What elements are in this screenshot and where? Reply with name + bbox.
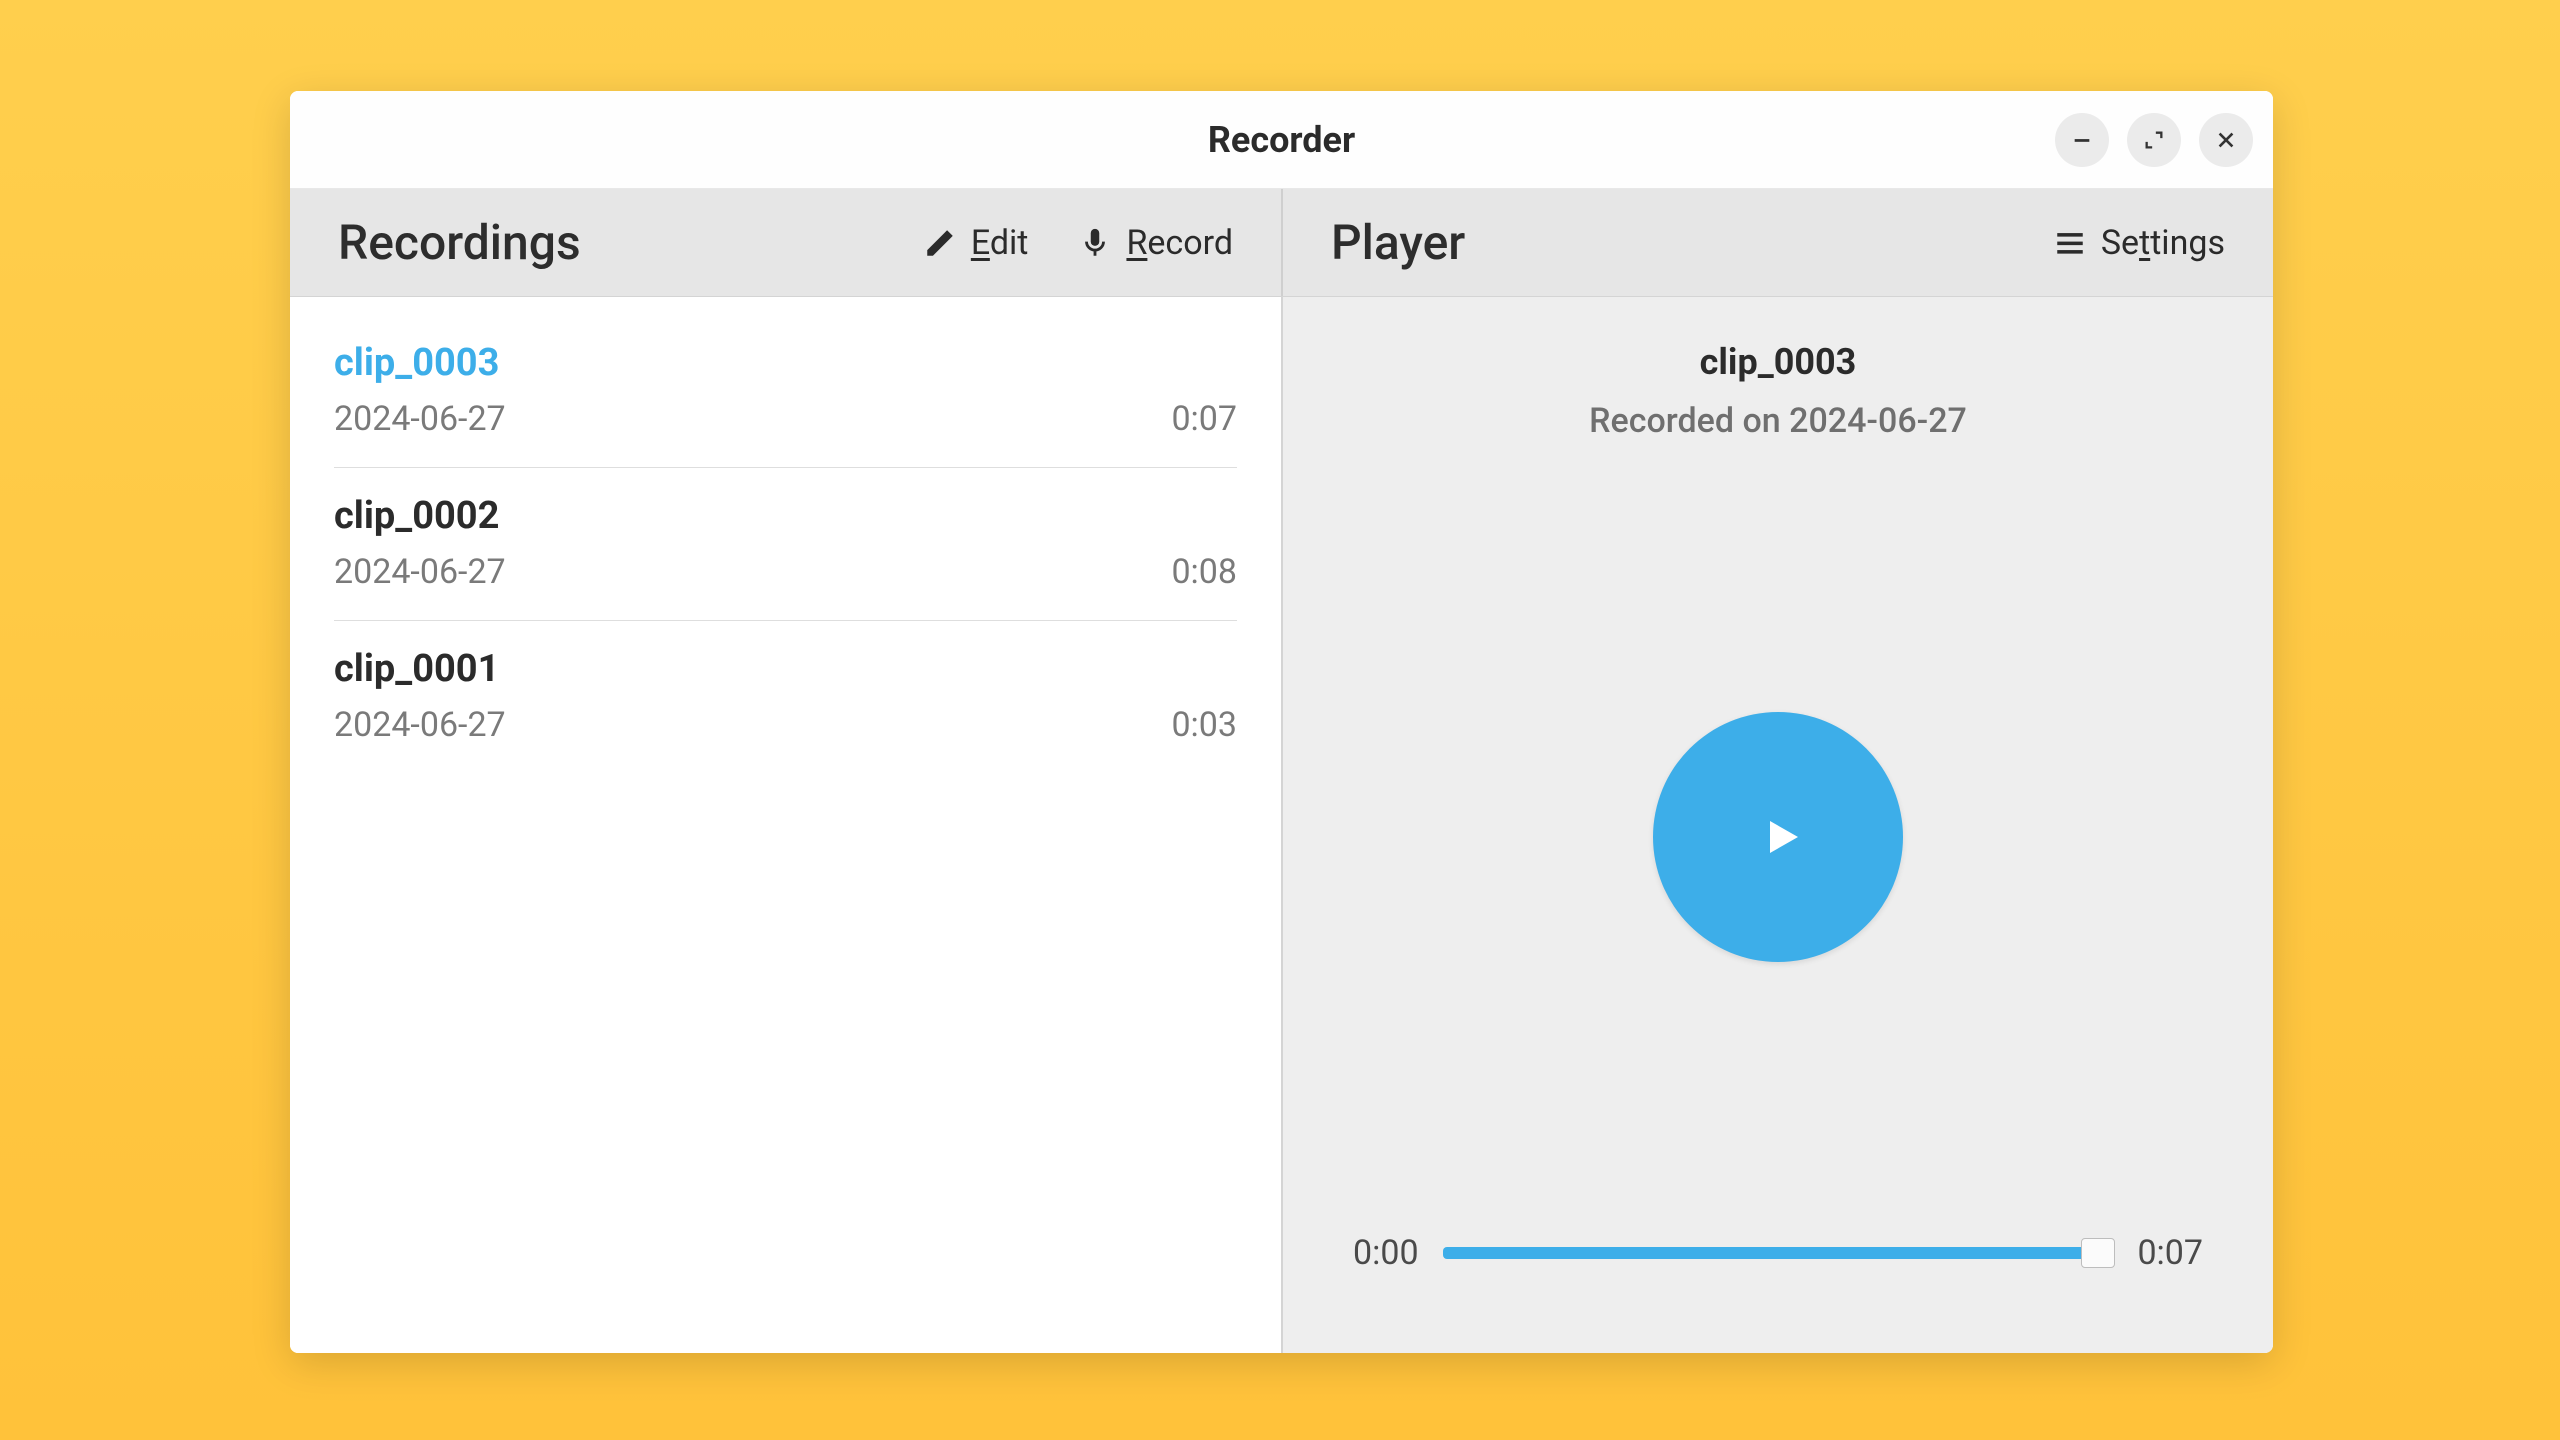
close-button[interactable] <box>2199 113 2253 167</box>
hamburger-icon <box>2053 226 2087 260</box>
progress-row: 0:00 0:07 <box>1343 1233 2213 1293</box>
recording-date: 2024-06-27 <box>334 399 506 439</box>
time-total: 0:07 <box>2137 1233 2203 1273</box>
toolbar-left: Recordings Edit Record <box>290 189 1283 296</box>
toolbar-right: Player Settings <box>1283 189 2273 296</box>
recording-duration: 0:08 <box>1171 552 1237 592</box>
play-icon <box>1758 813 1806 861</box>
player-heading: Player <box>1331 214 1465 271</box>
minimize-button[interactable] <box>2055 113 2109 167</box>
recording-item[interactable]: clip_0001 2024-06-27 0:03 <box>334 621 1237 773</box>
maximize-icon <box>2143 129 2165 151</box>
content: clip_0003 2024-06-27 0:07 clip_0002 2024-06-… <box>290 297 2273 1353</box>
recording-meta: 2024-06-27 0:07 <box>334 399 1237 439</box>
recording-duration: 0:03 <box>1171 705 1237 745</box>
app-window: Recorder Recordings <box>290 91 2273 1353</box>
recording-name: clip_0003 <box>334 341 1237 385</box>
pencil-icon <box>923 226 957 260</box>
time-elapsed: 0:00 <box>1353 1233 1419 1273</box>
maximize-button[interactable] <box>2127 113 2181 167</box>
player-actions: Settings <box>2053 223 2225 263</box>
player-subtitle: Recorded on 2024-06-27 <box>1589 401 1967 441</box>
player-pane: clip_0003 Recorded on 2024-06-27 0:00 0:… <box>1283 297 2273 1353</box>
microphone-icon <box>1078 226 1112 260</box>
edit-button[interactable]: Edit <box>923 223 1029 263</box>
minimize-icon <box>2071 129 2093 151</box>
titlebar: Recorder <box>290 91 2273 189</box>
recordings-heading: Recordings <box>338 214 581 271</box>
recordings-actions: Edit Record <box>923 223 1233 263</box>
record-label: Record <box>1126 223 1233 263</box>
close-icon <box>2215 129 2237 151</box>
recording-name: clip_0002 <box>334 494 1237 538</box>
play-area <box>1653 441 1903 1233</box>
recording-meta: 2024-06-27 0:08 <box>334 552 1237 592</box>
window-controls <box>2055 113 2253 167</box>
player-current-name: clip_0003 <box>1700 341 1857 383</box>
window-title: Recorder <box>1208 119 1355 161</box>
settings-label: Settings <box>2101 223 2225 263</box>
recording-meta: 2024-06-27 0:03 <box>334 705 1237 745</box>
settings-button[interactable]: Settings <box>2053 223 2225 263</box>
recordings-list: clip_0003 2024-06-27 0:07 clip_0002 2024-06-… <box>290 297 1283 1353</box>
recording-date: 2024-06-27 <box>334 705 506 745</box>
record-button[interactable]: Record <box>1078 223 1233 263</box>
toolbar: Recordings Edit Record Player <box>290 189 2273 297</box>
edit-label: Edit <box>971 223 1029 263</box>
recording-item[interactable]: clip_0003 2024-06-27 0:07 <box>334 315 1237 468</box>
recording-date: 2024-06-27 <box>334 552 506 592</box>
play-button[interactable] <box>1653 712 1903 962</box>
recording-item[interactable]: clip_0002 2024-06-27 0:08 <box>334 468 1237 621</box>
recording-name: clip_0001 <box>334 647 1237 691</box>
progress-slider[interactable] <box>1443 1247 2114 1259</box>
recording-duration: 0:07 <box>1171 399 1237 439</box>
progress-thumb[interactable] <box>2081 1238 2115 1268</box>
